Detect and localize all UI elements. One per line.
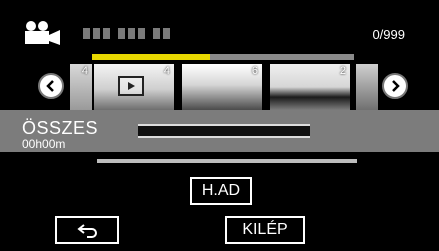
scroll-progress-bar — [92, 54, 354, 60]
thumbnail-number: 6 — [251, 65, 258, 77]
date-title-placeholder — [83, 28, 170, 39]
file-counter: 0/999 — [372, 27, 405, 42]
return-arrow-icon — [77, 224, 97, 238]
next-button[interactable] — [382, 73, 408, 99]
thumbnail-selected[interactable]: 4 — [94, 64, 174, 110]
thumbnail-number: 2 — [339, 65, 346, 77]
thumbnail-strip: 4 4 6 2 — [0, 64, 439, 110]
thumbnail-number: 4 — [81, 65, 88, 77]
chevron-left-icon — [46, 80, 54, 92]
play-icon — [118, 76, 144, 96]
summary-band: ÖSSZES 00h00m — [0, 110, 439, 152]
divider — [97, 159, 357, 163]
back-button[interactable] — [55, 216, 119, 244]
thumbnail-partial-right[interactable] — [356, 64, 378, 110]
chevron-right-icon — [392, 80, 400, 92]
thumbnail[interactable]: 6 — [182, 64, 262, 110]
total-duration: 00h00m — [22, 137, 66, 151]
thumbnail-partial-left[interactable]: 4 — [70, 64, 92, 110]
total-label: ÖSSZES — [22, 118, 99, 138]
thumbnail[interactable]: 2 — [270, 64, 350, 110]
movie-camera-icon — [22, 20, 62, 46]
summary-bar — [138, 124, 310, 138]
add-button[interactable]: H.AD — [190, 177, 252, 205]
thumbnail-number: 4 — [163, 65, 170, 77]
exit-button[interactable]: KILÉP — [225, 216, 305, 244]
scroll-progress-fill — [92, 54, 210, 60]
previous-button[interactable] — [38, 73, 64, 99]
screen: 0/999 4 4 6 2 ÖSSZES 00h00m H.AD KILÉP — [0, 0, 439, 251]
